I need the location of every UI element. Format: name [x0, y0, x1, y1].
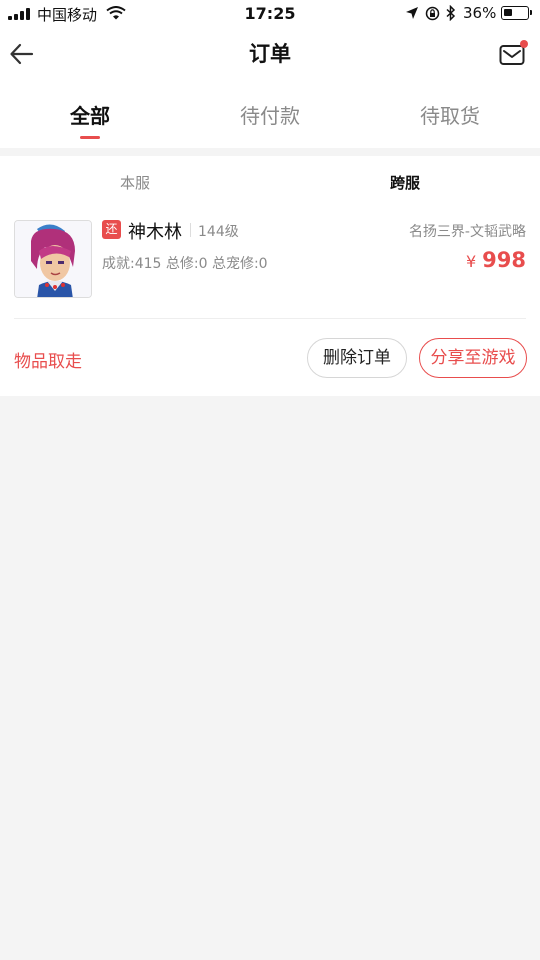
character-level: 144级	[198, 224, 239, 240]
page-title: 订单	[249, 42, 291, 66]
status-bar: 中国移动 17:25 36%	[0, 0, 540, 28]
arrow-left-icon	[10, 43, 34, 65]
character-avatar[interactable]	[14, 220, 92, 298]
name-divider	[190, 223, 191, 237]
sub-tab-local-server[interactable]: 本服	[0, 172, 270, 193]
return-badge: 还	[102, 220, 121, 239]
order-status: 物品取走	[14, 352, 82, 372]
sub-tab-cross-server[interactable]: 跨服	[270, 172, 540, 193]
row-divider	[14, 318, 526, 319]
delete-order-button[interactable]: 删除订单	[307, 338, 407, 378]
price-amount: 998	[482, 248, 526, 272]
server-name: 名扬三界-文韬武略	[408, 224, 526, 240]
currency-symbol: ¥	[465, 252, 477, 271]
tab-pending-pickup[interactable]: 待取货	[360, 100, 540, 129]
active-tab-indicator	[80, 136, 100, 139]
share-to-game-button[interactable]: 分享至游戏	[419, 338, 527, 378]
messages-button[interactable]	[499, 40, 529, 68]
character-portrait-image	[15, 221, 91, 297]
back-button[interactable]	[8, 40, 36, 68]
character-stats: 成就:415 总修:0 总宠修:0	[102, 256, 268, 272]
unread-dot	[520, 40, 528, 48]
battery-percentage: 36%	[463, 4, 497, 22]
tab-all[interactable]: 全部	[0, 100, 180, 129]
character-name: 神木林	[128, 222, 182, 243]
order-price: ¥998	[466, 248, 526, 272]
location-icon	[406, 7, 418, 19]
order-list: 本服 跨服 还 神木林 144级 名扬三界-文韬武略 成就:415 总修:0 总…	[0, 156, 540, 396]
bluetooth-icon	[446, 5, 456, 21]
rotation-lock-icon	[425, 6, 440, 21]
battery-icon	[501, 6, 532, 20]
battery-level-fill	[504, 9, 512, 16]
clock: 17:25	[244, 4, 296, 23]
tab-pending-payment[interactable]: 待付款	[180, 100, 360, 129]
header-panel: 中国移动 17:25 36% 订单 全部 待付款 待取货	[0, 0, 540, 148]
